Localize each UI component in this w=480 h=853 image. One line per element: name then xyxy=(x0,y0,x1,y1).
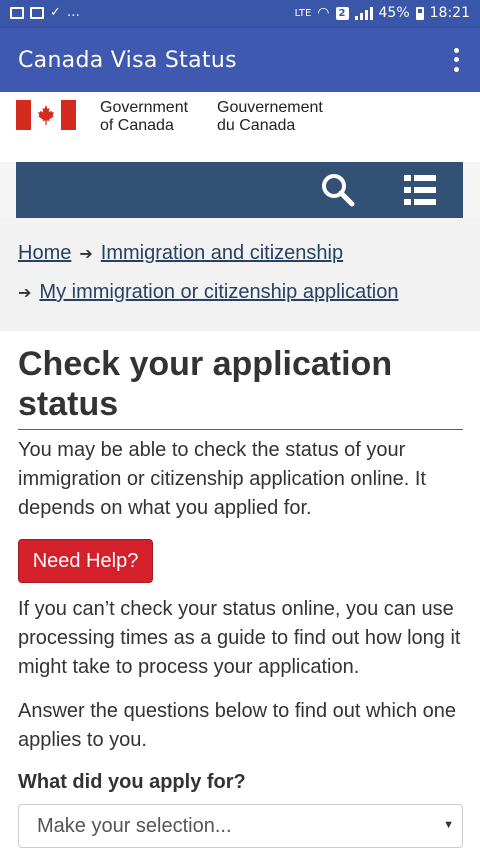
network-type: LTE xyxy=(294,7,312,19)
title-divider xyxy=(18,429,463,430)
processing-times-text: If you can’t check your status online, y… xyxy=(18,598,461,678)
gc-header: Government of Canada Gouvernement du Can… xyxy=(0,92,480,162)
system-icons: LTE ◠ 2 45% 18:21 xyxy=(295,5,470,21)
question-label: What did you apply for? xyxy=(18,771,246,793)
notification-icons: ✓ … xyxy=(10,5,80,20)
gov-name-fr-line2: du Canada xyxy=(217,117,296,134)
gov-name-fr-line1: Gouvernement xyxy=(217,99,323,116)
wifi-icon: ◠ xyxy=(317,5,330,21)
main-content: Check your application status You may be… xyxy=(0,331,480,853)
app-title: Canada Visa Status xyxy=(18,48,237,73)
breadcrumb-application-link[interactable]: My immigration or citizenship applicatio… xyxy=(39,281,398,304)
intro-text: You may be able to check the status of y… xyxy=(18,439,426,519)
application-type-select[interactable]: Make your selection... ▼ xyxy=(18,804,463,848)
breadcrumb: Home ➔ Immigration and citizenship ➔ My … xyxy=(0,218,480,331)
flipboard-icon xyxy=(30,6,44,19)
breadcrumb-row-1: Home ➔ Immigration and citizenship xyxy=(18,242,343,265)
site-nav-bar xyxy=(16,162,463,218)
need-help-button[interactable]: Need Help? xyxy=(18,539,153,583)
signal-icon xyxy=(354,6,373,20)
clock: 18:21 xyxy=(429,5,470,21)
select-value: Make your selection... xyxy=(37,815,232,837)
gov-name-en[interactable]: Government of Canada xyxy=(100,99,188,135)
answer-questions-text: Answer the questions below to find out w… xyxy=(18,700,457,751)
battery-percent: 45% xyxy=(378,5,410,21)
breadcrumb-home-link[interactable]: Home xyxy=(18,242,71,265)
chevron-down-icon: ▼ xyxy=(443,819,454,831)
search-icon[interactable] xyxy=(320,172,356,208)
breadcrumb-row-2: ➔ My immigration or citizenship applicat… xyxy=(18,281,398,304)
status-bar: ✓ … LTE ◠ 2 45% 18:21 xyxy=(0,0,480,28)
page-title: Check your application status xyxy=(18,345,393,423)
sim-icon: 2 xyxy=(335,6,349,20)
gov-name-en-line2: of Canada xyxy=(100,117,174,134)
more-notifications-icon: … xyxy=(66,5,80,20)
overflow-menu-icon[interactable] xyxy=(446,46,466,74)
app-bar: Canada Visa Status xyxy=(0,28,480,92)
arrow-right-icon: ➔ xyxy=(79,245,93,263)
gov-name-fr[interactable]: Gouvernement du Canada xyxy=(217,99,323,135)
battery-icon xyxy=(415,6,424,20)
arrow-right-icon: ➔ xyxy=(18,284,32,302)
image-icon xyxy=(10,6,24,19)
breadcrumb-immigration-link[interactable]: Immigration and citizenship xyxy=(101,242,343,265)
canada-flag-icon[interactable] xyxy=(16,100,76,130)
gov-name-en-line1: Government xyxy=(100,99,189,116)
menu-list-icon[interactable] xyxy=(402,172,438,208)
check-icon: ✓ xyxy=(50,5,61,20)
